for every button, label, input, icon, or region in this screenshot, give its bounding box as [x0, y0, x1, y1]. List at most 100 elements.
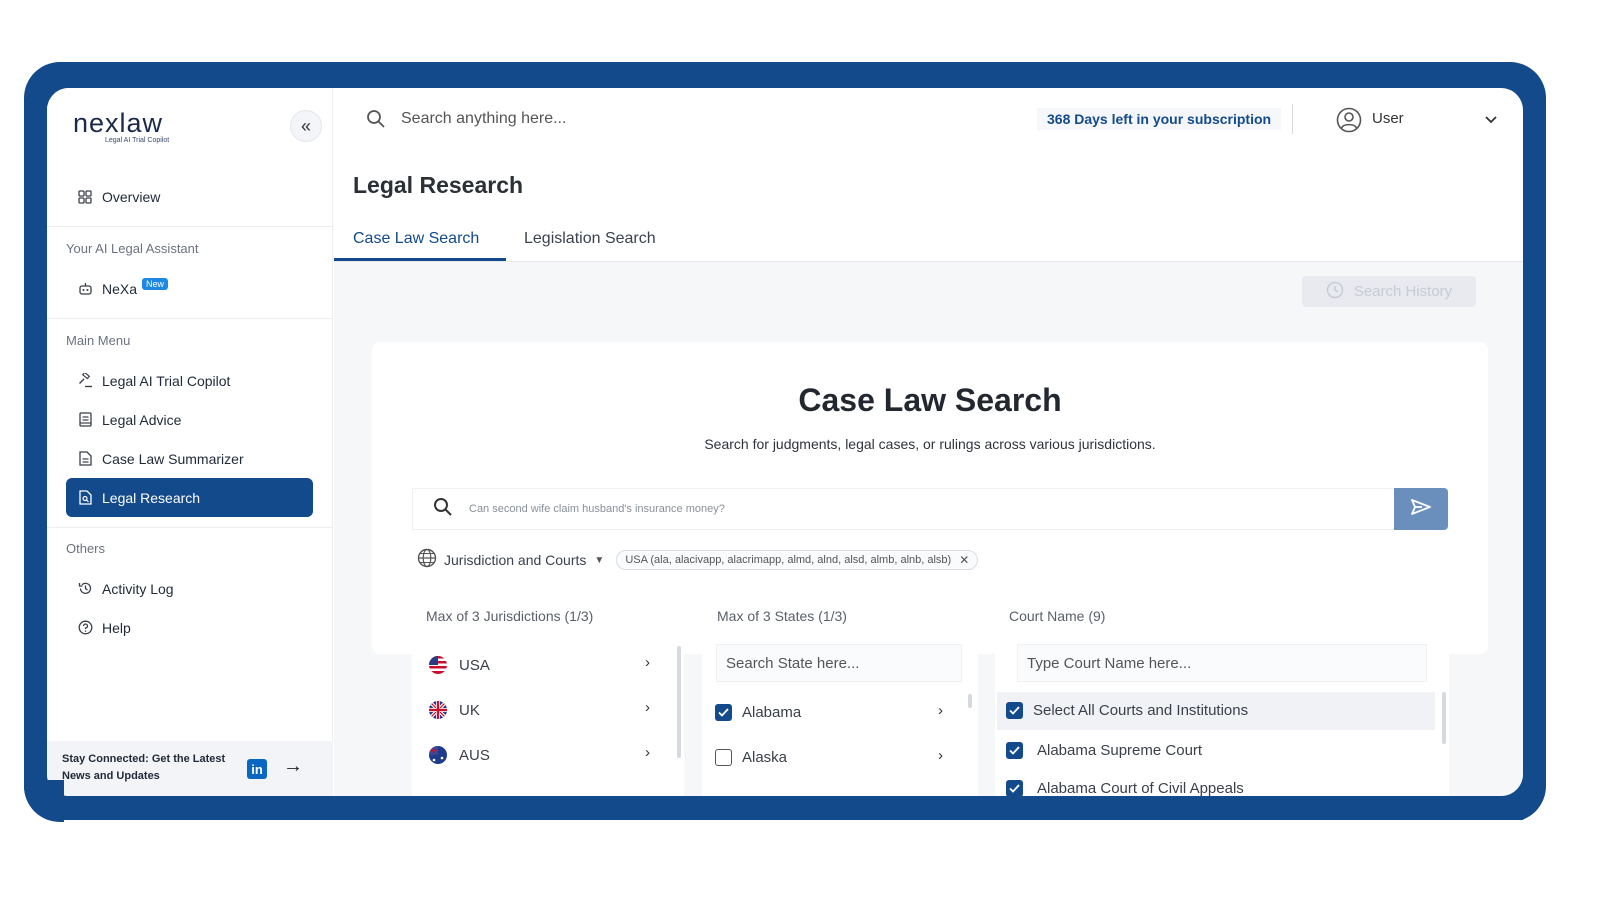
- sidebar-item-nexa[interactable]: NeXa New: [66, 269, 313, 308]
- court-search-input[interactable]: [1017, 644, 1427, 682]
- case-law-query-input[interactable]: [469, 503, 1394, 515]
- double-chevron-left-icon: «: [300, 115, 311, 136]
- state-search-input[interactable]: [716, 644, 962, 682]
- chevron-right-icon[interactable]: ›: [645, 654, 650, 671]
- sidebar-item-label: Legal Research: [102, 489, 201, 506]
- promo-text: Stay Connected: Get the Latest News and …: [62, 753, 226, 782]
- court-label: Select All Courts and Institutions: [1033, 702, 1249, 719]
- australia-flag-icon: [429, 746, 447, 764]
- chevron-down-icon[interactable]: [1484, 112, 1498, 130]
- user-name[interactable]: User: [1372, 110, 1404, 127]
- clock-icon: [1326, 281, 1344, 303]
- globe-icon: [417, 548, 437, 573]
- court-label: Alabama Court of Civil Appeals: [1037, 780, 1244, 797]
- sidebar-item-label: Activity Log: [102, 580, 174, 597]
- jurisdiction-item-uk[interactable]: UK: [429, 701, 480, 719]
- search-icon: [366, 109, 386, 134]
- sidebar-item-legal-advice[interactable]: Legal Advice: [66, 400, 313, 439]
- sidebar: nexlaw Legal AI Trial Copilot « Overview…: [47, 88, 333, 796]
- page-header: Legal Research Case Law Search Legislati…: [334, 152, 1523, 262]
- sidebar-item-activity-log[interactable]: Activity Log: [66, 569, 313, 608]
- divider: [47, 318, 333, 319]
- sidebar-item-label: Legal Advice: [102, 411, 182, 428]
- jurisdiction-item-usa[interactable]: USA: [429, 656, 490, 674]
- sidebar-item-label: Case Law Summarizer: [102, 450, 244, 467]
- query-box: [412, 488, 1395, 530]
- state-item-alaska[interactable]: Alaska: [715, 749, 787, 766]
- page-title: Legal Research: [353, 172, 524, 198]
- usa-flag-icon: [429, 656, 447, 674]
- tab-legislation-search[interactable]: Legislation Search: [524, 230, 656, 248]
- scrollbar[interactable]: [1442, 692, 1446, 744]
- checkbox-checked[interactable]: [1006, 702, 1023, 719]
- search-history-button[interactable]: Search History: [1302, 276, 1476, 307]
- document-icon: [77, 451, 93, 467]
- jurisdiction-item-aus[interactable]: AUS: [429, 746, 490, 764]
- scrollbar[interactable]: [968, 694, 972, 708]
- checkbox-checked[interactable]: [1006, 780, 1023, 797]
- tab-case-law-search[interactable]: Case Law Search: [353, 230, 479, 248]
- collapse-sidebar-button[interactable]: «: [290, 110, 322, 142]
- logo-tagline: Legal AI Trial Copilot: [105, 137, 170, 144]
- caret-down-icon[interactable]: ▼: [594, 555, 604, 566]
- sidebar-item-label: Legal AI Trial Copilot: [102, 372, 231, 389]
- sidebar-item-legal-research[interactable]: Legal Research: [66, 478, 313, 517]
- court-label: Alabama Supreme Court: [1037, 742, 1203, 759]
- checkbox-checked[interactable]: [715, 704, 732, 721]
- subscription-status: 368 Days left in your subscription: [1037, 108, 1282, 130]
- court-item-alabama-supreme-court[interactable]: Alabama Supreme Court: [1006, 742, 1202, 759]
- court-item-select-all[interactable]: Select All Courts and Institutions: [1006, 702, 1248, 719]
- chevron-right-icon[interactable]: ›: [645, 699, 650, 716]
- card-subtitle: Search for judgments, legal cases, or ru…: [704, 436, 1156, 452]
- sidebar-item-overview[interactable]: Overview: [66, 177, 313, 216]
- chevron-right-icon[interactable]: ›: [645, 744, 650, 761]
- courts-column: Court Name (9) Select All Courts and Ins…: [995, 596, 1449, 798]
- sidebar-item-legal-ai-trial-copilot[interactable]: Legal AI Trial Copilot: [66, 361, 313, 400]
- state-label: Alaska: [742, 749, 788, 766]
- send-button[interactable]: [1394, 488, 1448, 530]
- jurisdiction-label: USA: [459, 656, 490, 674]
- jurisdictions-column: Max of 3 Jurisdictions (1/3) USA › UK › …: [412, 596, 684, 798]
- logo[interactable]: nexlaw Legal AI Trial Copilot: [73, 108, 169, 144]
- jurisdiction-label: UK: [459, 701, 480, 719]
- active-tab-indicator: [334, 258, 506, 261]
- section-label-others: Others: [66, 541, 106, 556]
- court-item-alabama-court-of-civil-appeals[interactable]: Alabama Court of Civil Appeals: [1006, 780, 1244, 797]
- courts-header: Court Name (9): [1009, 608, 1106, 624]
- newsletter-promo: Stay Connected: Get the Latest News and …: [47, 741, 333, 796]
- global-search-input[interactable]: [401, 106, 1001, 132]
- page-background: [24, 820, 1546, 900]
- logo-wordmark: nexlaw: [73, 108, 164, 138]
- state-label: Alabama: [742, 704, 802, 721]
- chevron-right-icon[interactable]: ›: [938, 702, 943, 719]
- arrow-right-icon[interactable]: →: [283, 755, 303, 778]
- section-label-assistant: Your AI Legal Assistant: [66, 241, 199, 256]
- section-label-main-menu: Main Menu: [66, 333, 131, 348]
- sidebar-item-label: NeXa: [102, 280, 138, 297]
- sidebar-item-help[interactable]: Help: [66, 608, 313, 647]
- jurisdiction-label: AUS: [459, 746, 490, 764]
- search-history-label: Search History: [1353, 283, 1453, 300]
- linkedin-icon[interactable]: in: [247, 759, 267, 779]
- divider: [1292, 104, 1293, 134]
- new-badge: New: [142, 277, 169, 290]
- sidebar-item-case-law-summarizer[interactable]: Case Law Summarizer: [66, 439, 313, 478]
- divider: [47, 527, 333, 528]
- chevron-right-icon[interactable]: ›: [938, 747, 943, 764]
- checkbox-checked[interactable]: [1006, 742, 1023, 759]
- user-avatar-icon[interactable]: [1336, 107, 1362, 138]
- jurisdiction-filter-label[interactable]: Jurisdiction and Courts: [444, 552, 586, 568]
- sidebar-item-label: Overview: [102, 188, 161, 205]
- frame-corner: [24, 780, 64, 822]
- card-title: Case Law Search: [798, 382, 1062, 418]
- book-icon: [77, 412, 93, 428]
- send-icon: [1411, 498, 1431, 520]
- scrollbar[interactable]: [677, 646, 681, 758]
- close-icon[interactable]: ✕: [959, 553, 969, 567]
- state-item-alabama[interactable]: Alabama: [715, 704, 801, 721]
- grid-icon: [77, 189, 93, 205]
- checkbox-unchecked[interactable]: [715, 749, 732, 766]
- search-icon: [433, 497, 453, 522]
- selected-jurisdiction-chip: USA (ala, alacivapp, alacrimapp, almd, a…: [616, 550, 979, 570]
- states-header: Max of 3 States (1/3): [717, 608, 847, 624]
